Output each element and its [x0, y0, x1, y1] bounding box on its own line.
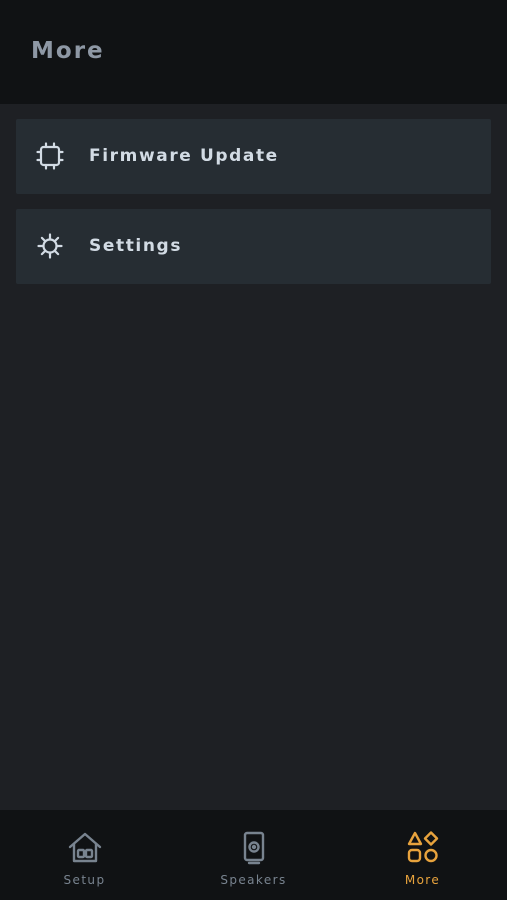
shapes-icon — [407, 831, 438, 863]
tab-setup[interactable]: Setup — [0, 810, 169, 900]
page-title: More — [31, 38, 105, 64]
house-icon — [68, 832, 101, 863]
menu-item-label: Settings — [89, 236, 183, 256]
speaker-icon — [243, 831, 264, 865]
tab-label: More — [404, 873, 441, 887]
menu-item-firmware-update[interactable]: Firmware Update — [16, 119, 491, 194]
bottom-tab-bar: Setup Speakers More — [0, 810, 507, 900]
tab-more[interactable]: More — [338, 810, 507, 900]
tab-label: Setup — [63, 873, 106, 887]
chip-icon — [36, 142, 64, 170]
tab-label: Speakers — [220, 873, 287, 887]
tab-speakers[interactable]: Speakers — [169, 810, 338, 900]
menu-item-label: Firmware Update — [89, 146, 279, 166]
gear-icon — [37, 233, 63, 259]
top-app-bar: More — [0, 0, 507, 104]
menu-item-settings[interactable]: Settings — [16, 209, 491, 284]
